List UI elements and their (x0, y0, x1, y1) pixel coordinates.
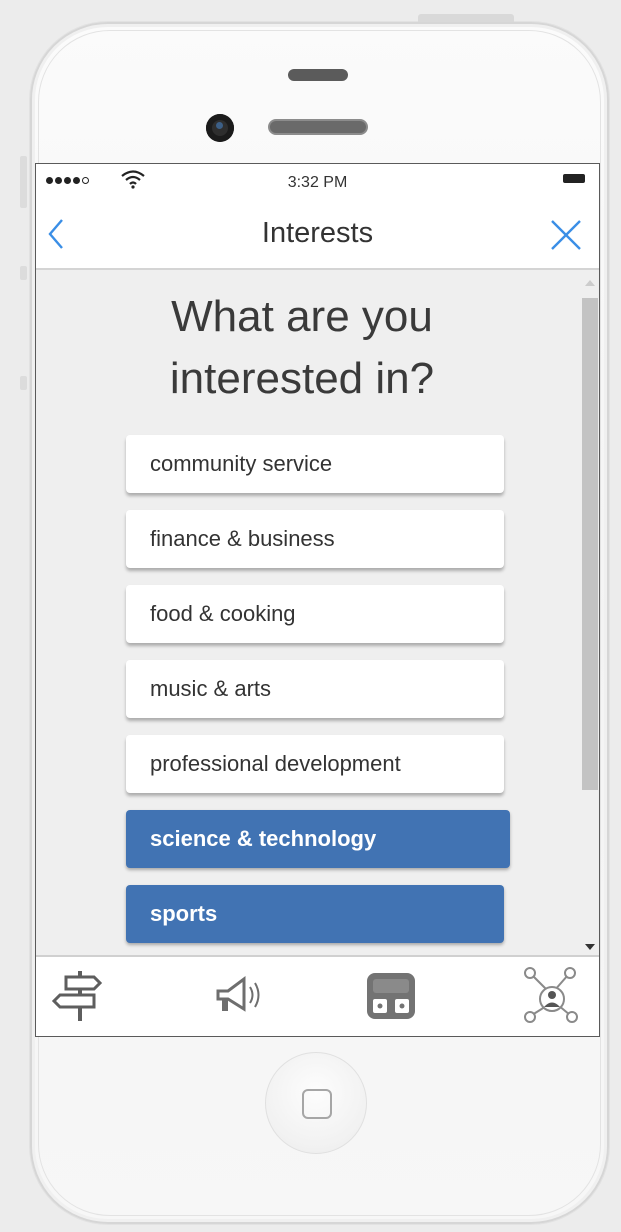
status-bar: 3:32 PM (36, 164, 599, 196)
sensor-bar (288, 69, 348, 81)
page-title: Interests (261, 217, 374, 249)
close-icon[interactable] (549, 218, 583, 252)
interest-option[interactable]: music & arts (126, 660, 504, 718)
home-square-icon (302, 1089, 332, 1119)
scroll-down-arrow-icon[interactable] (585, 944, 595, 950)
tab-bar (36, 955, 599, 1036)
heading-line-2: interested in? (169, 354, 435, 403)
interest-option-selected[interactable]: science & technology (126, 810, 510, 868)
interest-option[interactable]: finance & business (126, 510, 504, 568)
interest-option-selected[interactable]: sports (126, 885, 504, 943)
scroll-up-arrow-icon[interactable] (585, 280, 595, 286)
status-time: 3:32 PM (287, 174, 348, 191)
battery-icon (563, 174, 585, 183)
interest-option[interactable]: community service (126, 435, 504, 493)
megaphone-icon[interactable] (208, 965, 268, 1025)
mute-switch (20, 156, 27, 208)
power-button (418, 14, 514, 22)
heading-line-1: What are you (171, 292, 433, 341)
interest-option[interactable]: professional development (126, 735, 504, 793)
vertical-scrollbar[interactable] (579, 270, 599, 956)
earpiece-speaker (268, 119, 368, 135)
scroll-thumb[interactable] (582, 298, 598, 790)
navigation-bar: Interests (36, 196, 599, 270)
volume-up-button (20, 266, 27, 280)
interests-content: What are you interested in? community se… (36, 270, 599, 956)
question-heading: What are you interested in? (92, 286, 512, 410)
network-person-icon[interactable] (520, 965, 580, 1025)
front-camera (206, 114, 234, 142)
signpost-icon[interactable] (50, 965, 110, 1025)
volume-down-button (20, 376, 27, 390)
interest-option[interactable]: food & cooking (126, 585, 504, 643)
phone-screen: 3:32 PM Interests What are you intereste… (35, 163, 600, 1037)
home-button[interactable] (265, 1052, 367, 1154)
backpack-icon[interactable] (361, 965, 421, 1025)
